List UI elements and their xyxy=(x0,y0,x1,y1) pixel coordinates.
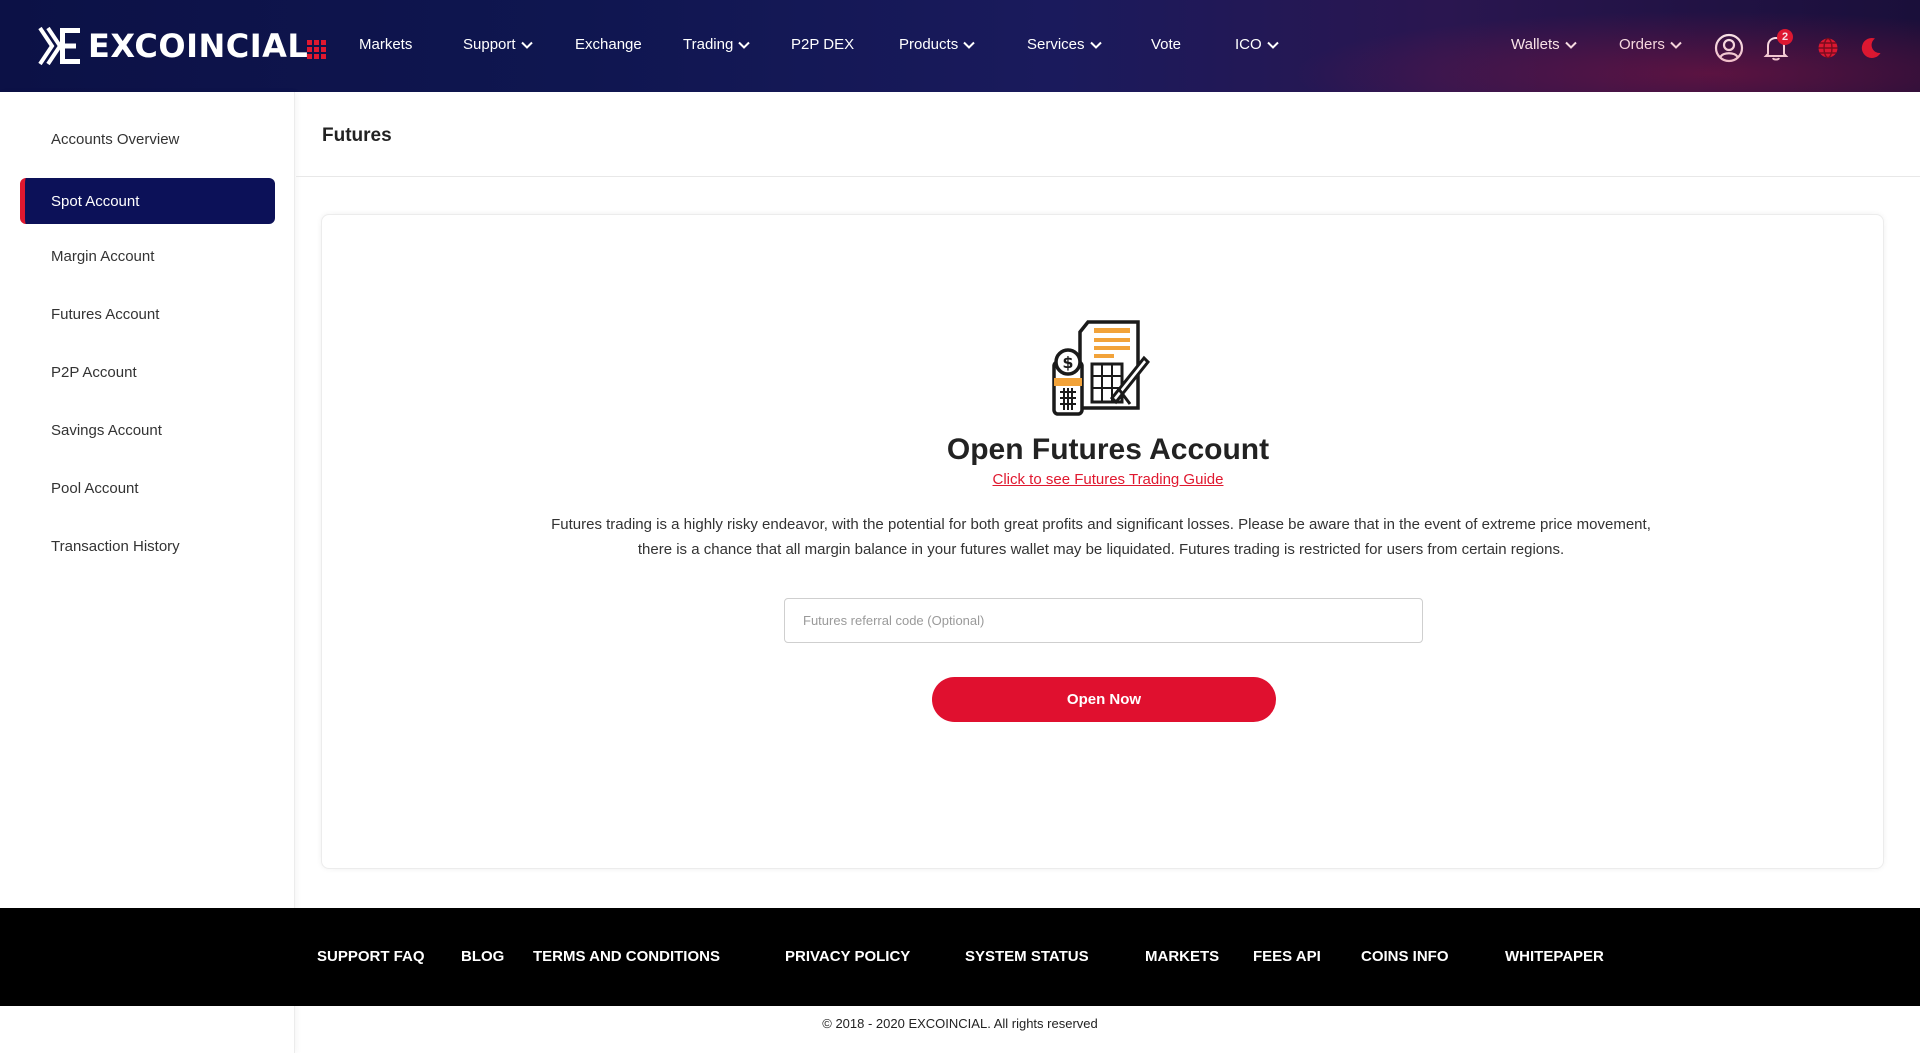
title-divider xyxy=(296,176,1920,177)
nav-services[interactable]: Services xyxy=(1027,36,1103,53)
chevron-down-icon xyxy=(1266,41,1279,49)
nav-products[interactable]: Products xyxy=(899,36,976,53)
brand-name: EXCOINCIAL xyxy=(88,27,309,65)
footer-link-privacy[interactable]: PRIVACY POLICY xyxy=(785,948,910,965)
nav-trading[interactable]: Trading xyxy=(683,36,751,53)
nav-exchange[interactable]: Exchange xyxy=(575,36,642,53)
nav-wallets[interactable]: Wallets xyxy=(1511,36,1578,53)
chevron-down-icon xyxy=(1670,41,1682,49)
nav-orders[interactable]: Orders xyxy=(1619,36,1683,53)
footer-link-fees-api[interactable]: FEES API xyxy=(1253,948,1321,965)
futures-risk-description: Futures trading is a highly risky endeav… xyxy=(551,516,1651,558)
footer-link-terms[interactable]: TERMS AND CONDITIONS xyxy=(533,948,720,965)
svg-text:$: $ xyxy=(1062,353,1073,372)
chevron-down-icon xyxy=(738,41,751,49)
chevron-down-icon xyxy=(1564,41,1577,49)
brand-logo[interactable]: EXCOINCIAL xyxy=(38,26,308,66)
futures-document-icon: $ xyxy=(1052,320,1150,416)
chevron-down-icon xyxy=(520,41,533,49)
copyright-text: © 2018 - 2020 EXCOINCIAL. All rights res… xyxy=(822,1016,1098,1031)
footer-link-support-faq[interactable]: SUPPORT FAQ xyxy=(317,948,425,965)
referral-code-input[interactable] xyxy=(784,598,1423,643)
footer-link-coins-info[interactable]: COINS INFO xyxy=(1361,948,1449,965)
nav-vote[interactable]: Vote xyxy=(1151,36,1181,53)
grid-icon[interactable] xyxy=(307,40,326,59)
footer-link-markets[interactable]: MARKETS xyxy=(1145,948,1219,965)
top-navbar: EXCOINCIAL Markets Support Exchange Trad… xyxy=(0,0,1920,92)
sidebar-item-transaction-history[interactable]: Transaction History xyxy=(20,523,275,569)
nav-markets[interactable]: Markets xyxy=(359,36,412,53)
nav-support[interactable]: Support xyxy=(463,36,534,53)
notification-count-badge: 2 xyxy=(1777,29,1793,45)
open-now-button[interactable]: Open Now xyxy=(932,677,1276,722)
footer-link-blog[interactable]: BLOG xyxy=(461,948,504,965)
excoincial-logo-icon xyxy=(38,26,80,66)
chevron-down-icon xyxy=(1089,41,1102,49)
footer-link-system-status[interactable]: SYSTEM STATUS xyxy=(965,948,1089,965)
globe-icon[interactable] xyxy=(1813,33,1843,63)
sidebar-item-futures-account[interactable]: Futures Account xyxy=(20,291,275,337)
nav-ico[interactable]: ICO xyxy=(1235,36,1280,53)
footer-link-whitepaper[interactable]: WHITEPAPER xyxy=(1505,948,1604,965)
sidebar-item-margin-account[interactable]: Margin Account xyxy=(20,233,275,279)
sidebar-item-spot-account[interactable]: Spot Account xyxy=(20,178,275,224)
site-footer: SUPPORT FAQ BLOG TERMS AND CONDITIONS PR… xyxy=(0,908,1920,1006)
futures-guide-link[interactable]: Click to see Futures Trading Guide xyxy=(0,471,1920,488)
sidebar-item-accounts-overview[interactable]: Accounts Overview xyxy=(20,116,275,162)
chevron-down-icon xyxy=(963,41,975,49)
page-title: Futures xyxy=(322,125,392,146)
card-title: Open Futures Account xyxy=(946,433,1270,466)
bell-icon[interactable]: 2 xyxy=(1761,29,1793,63)
moon-icon[interactable] xyxy=(1856,33,1886,63)
user-icon[interactable] xyxy=(1714,33,1744,63)
nav-p2p-dex[interactable]: P2P DEX xyxy=(791,36,854,53)
sidebar-item-p2p-account[interactable]: P2P Account xyxy=(20,349,275,395)
